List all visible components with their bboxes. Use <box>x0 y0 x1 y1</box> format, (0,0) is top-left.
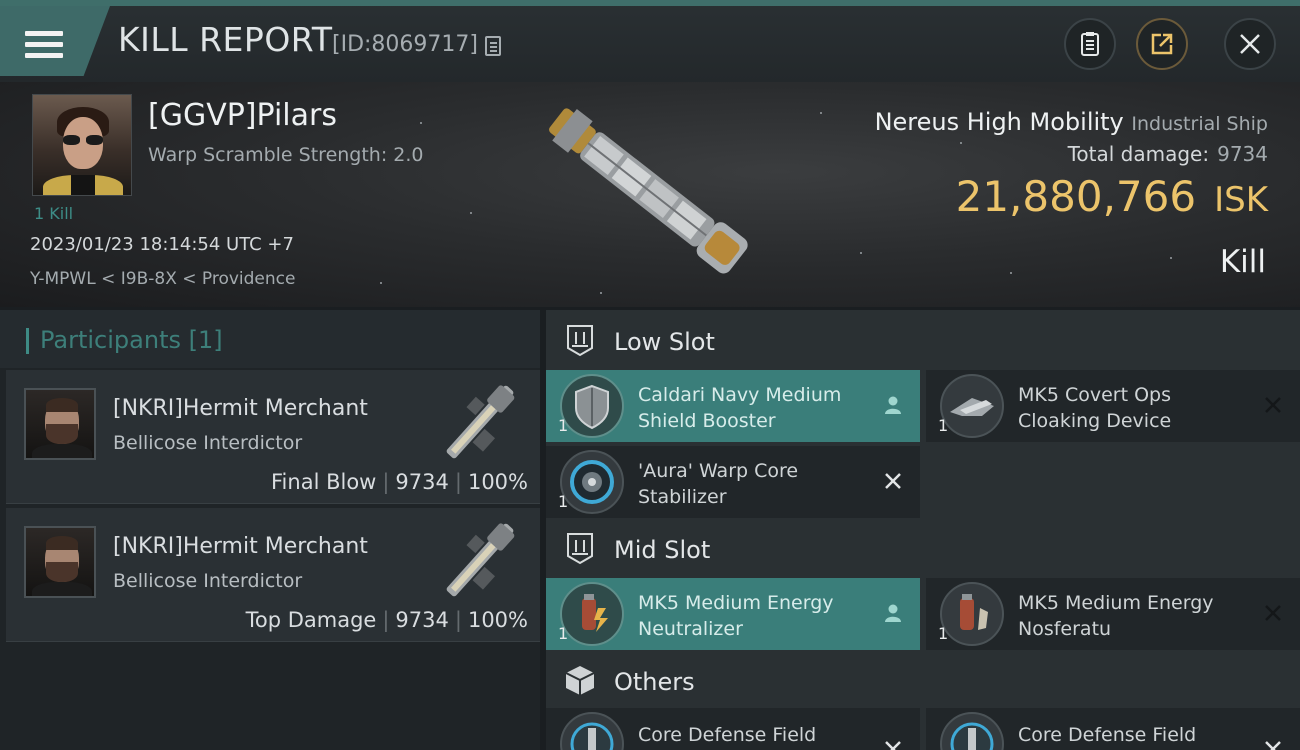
fittings-panel: Low Slot 1 Caldari Navy Medium Shield Boo… <box>546 310 1300 750</box>
kill-result-label: Kill <box>1219 244 1266 280</box>
participant-avatar[interactable] <box>24 388 96 460</box>
others-header: Others <box>546 650 1300 710</box>
module-item[interactable]: Core Defense Field <box>546 708 920 750</box>
participant-avatar[interactable] <box>24 526 96 598</box>
module-name: MK5 Medium Energy Nosferatu <box>1018 592 1214 640</box>
participant-card[interactable]: [NKRI]Hermit Merchant Bellicose Interdic… <box>6 370 540 504</box>
module-name: MK5 Covert Ops Cloaking Device <box>1018 384 1172 432</box>
module-quantity: 1 <box>558 416 569 435</box>
clipboard-button[interactable] <box>1064 18 1116 70</box>
copy-icon[interactable] <box>485 36 501 56</box>
ship-name[interactable]: Nereus High Mobility Industrial Ship <box>875 108 1268 136</box>
module-name: Core Defense Field <box>1018 724 1197 746</box>
participant-name: [NKRI]Hermit Merchant <box>113 534 368 559</box>
participants-header: Participants [1] <box>0 310 540 368</box>
person-icon <box>885 396 901 414</box>
module-quantity: 1 <box>938 416 949 435</box>
close-icon <box>1240 34 1260 54</box>
participants-title: Participants [1] <box>40 326 223 354</box>
core-defense-field-icon <box>940 712 1004 750</box>
victim-kill-count: 1 Kill <box>34 204 74 223</box>
header-accent-line <box>0 0 1300 6</box>
ship-render-image <box>549 108 748 274</box>
x-mark-icon <box>885 473 901 489</box>
x-mark-icon <box>885 741 901 750</box>
victim-name[interactable]: [GGVP]Pilars <box>148 98 337 133</box>
header-bar: KILL REPORT [ID:8069717] <box>0 0 1300 82</box>
share-button[interactable] <box>1136 18 1188 70</box>
core-defense-field-icon <box>560 712 624 750</box>
module-quantity: 1 <box>558 492 569 511</box>
menu-button[interactable] <box>0 6 110 76</box>
page-title: KILL REPORT <box>118 20 333 59</box>
isk-value: 21,880,766 ISK <box>955 172 1268 221</box>
warp-scramble-strength: Warp Scramble Strength: 2.0 <box>148 144 424 166</box>
module-item[interactable]: 1 'Aura' Warp Core Stabilizer <box>546 446 920 518</box>
mid-slot-header: Mid Slot <box>546 518 1300 578</box>
participant-ship-image <box>446 523 515 597</box>
report-id: [ID:8069717] <box>332 32 478 57</box>
clipboard-icon <box>1081 32 1099 56</box>
module-quantity: 1 <box>558 624 569 643</box>
others-label: Others <box>614 668 695 696</box>
energy-neutralizer-icon <box>560 582 624 646</box>
share-icon <box>1151 33 1173 55</box>
ship-class: Industrial Ship <box>1131 113 1268 135</box>
victim-portrait[interactable] <box>32 94 132 196</box>
low-slot-label: Low Slot <box>614 328 715 356</box>
total-damage: Total damage: 9734 <box>1067 142 1268 166</box>
participant-stats: Final Blow | 9734 | 100% <box>271 470 528 494</box>
participant-ship-image <box>446 385 515 459</box>
nosferatu-icon <box>940 582 1004 646</box>
participants-panel: Participants [1] [NKRI]Hermit Merchant B… <box>0 310 540 750</box>
mid-slot-icon <box>567 533 593 565</box>
x-mark-icon <box>1265 605 1281 621</box>
module-item[interactable]: 1 MK5 Covert Ops Cloaking Device <box>926 370 1300 442</box>
kill-summary-banner: [GGVP]Pilars Warp Scramble Strength: 2.0… <box>0 82 1300 307</box>
module-item[interactable]: Core Defense Field <box>926 708 1300 750</box>
x-mark-icon <box>1265 741 1281 750</box>
module-item[interactable]: 1 Caldari Navy Medium Shield Booster <box>546 370 920 442</box>
module-item[interactable]: 1 MK5 Medium Energy Nosferatu <box>926 578 1300 650</box>
module-item[interactable]: 1 MK5 Medium Energy Neutralizer <box>546 578 920 650</box>
close-button[interactable] <box>1224 18 1276 70</box>
participant-ship: Bellicose Interdictor <box>113 432 303 454</box>
cloaking-device-icon <box>940 374 1004 438</box>
participant-card[interactable]: [NKRI]Hermit Merchant Bellicose Interdic… <box>6 508 540 642</box>
module-name: MK5 Medium Energy Neutralizer <box>638 592 834 640</box>
module-name: Caldari Navy Medium Shield Booster <box>638 384 842 432</box>
module-quantity: 1 <box>938 624 949 643</box>
cube-icon <box>565 666 595 695</box>
participant-ship: Bellicose Interdictor <box>113 570 303 592</box>
participant-stats: Top Damage | 9734 | 100% <box>245 608 528 632</box>
person-icon <box>885 604 901 622</box>
kill-location: Y-MPWL < I9B-8X < Providence <box>30 269 296 289</box>
module-name: Core Defense Field <box>638 724 817 746</box>
warp-core-stabilizer-icon <box>560 450 624 514</box>
participant-name: [NKRI]Hermit Merchant <box>113 396 368 421</box>
kill-datetime: 2023/01/23 18:14:54 UTC +7 <box>30 234 294 255</box>
hamburger-icon <box>25 31 63 59</box>
low-slot-header: Low Slot <box>546 310 1300 370</box>
shield-booster-icon <box>560 374 624 438</box>
low-slot-icon <box>567 325 593 357</box>
x-mark-icon <box>1265 397 1281 413</box>
module-name: 'Aura' Warp Core Stabilizer <box>638 460 799 508</box>
mid-slot-label: Mid Slot <box>614 536 711 564</box>
